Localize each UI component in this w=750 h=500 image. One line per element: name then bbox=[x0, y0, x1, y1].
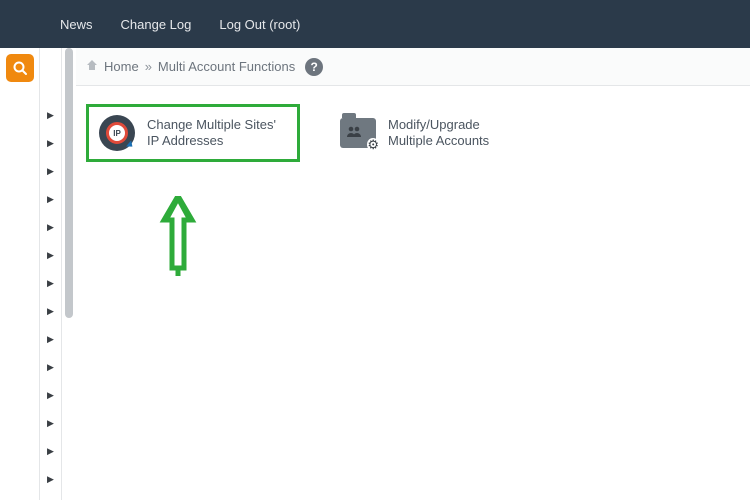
search-button[interactable] bbox=[6, 54, 34, 82]
help-icon[interactable]: ? bbox=[305, 58, 323, 76]
accounts-folder-icon: ⚙ bbox=[340, 118, 376, 148]
people-icon bbox=[346, 124, 364, 140]
card-modify-accounts[interactable]: ⚙ Modify/Upgrade Multiple Accounts bbox=[330, 104, 538, 162]
sidebar-item[interactable]: ▶ bbox=[40, 360, 61, 374]
nav-change-log[interactable]: Change Log bbox=[121, 17, 192, 32]
sidebar-item[interactable]: ▶ bbox=[40, 108, 61, 122]
sidebar-item[interactable]: ▶ bbox=[40, 164, 61, 178]
sidebar-item[interactable]: ▶ bbox=[40, 136, 61, 150]
sidebar-item[interactable]: ▶ bbox=[40, 248, 61, 262]
sidebar-item[interactable]: ▶ bbox=[40, 444, 61, 458]
sidebar-item[interactable]: ▶ bbox=[40, 304, 61, 318]
breadcrumb-sep: » bbox=[145, 59, 152, 74]
nav-logout[interactable]: Log Out (root) bbox=[219, 17, 300, 32]
annotation-arrow-icon bbox=[158, 196, 198, 276]
scrollbar-thumb[interactable] bbox=[65, 48, 73, 318]
breadcrumb-home[interactable]: Home bbox=[104, 59, 139, 74]
breadcrumb-current: Multi Account Functions bbox=[158, 59, 295, 74]
card-label: Change Multiple Sites' IP Addresses bbox=[147, 117, 287, 150]
sidebar-item[interactable]: ▶ bbox=[40, 220, 61, 234]
ip-search-icon: IP bbox=[99, 115, 135, 151]
content-area: IP Change Multiple Sites' IP Addresses ⚙… bbox=[76, 86, 750, 180]
sidebar-item[interactable]: ▶ bbox=[40, 332, 61, 346]
nav-news[interactable]: News bbox=[60, 17, 93, 32]
sidebar-item[interactable]: ▶ bbox=[40, 192, 61, 206]
breadcrumb: Home » Multi Account Functions ? bbox=[76, 48, 750, 86]
gear-icon: ⚙ bbox=[367, 138, 379, 151]
card-label: Modify/Upgrade Multiple Accounts bbox=[388, 117, 528, 150]
sidebar-item[interactable]: ▶ bbox=[40, 388, 61, 402]
main-area: Home » Multi Account Functions ? IP Chan… bbox=[76, 48, 750, 500]
collapsed-sidebar: ▶ ▶ ▶ ▶ ▶ ▶ ▶ ▶ ▶ ▶ ▶ ▶ ▶ ▶ bbox=[40, 48, 62, 500]
sidebar-item[interactable]: ▶ bbox=[40, 416, 61, 430]
search-column bbox=[0, 48, 40, 500]
sidebar-item[interactable]: ▶ bbox=[40, 276, 61, 290]
search-icon bbox=[12, 60, 28, 76]
sidebar-item[interactable]: ▶ bbox=[40, 472, 61, 486]
top-nav: News Change Log Log Out (root) bbox=[0, 0, 750, 48]
sidebar-scrollbar[interactable] bbox=[62, 48, 76, 500]
home-icon bbox=[86, 59, 98, 74]
card-change-ip[interactable]: IP Change Multiple Sites' IP Addresses bbox=[86, 104, 300, 162]
